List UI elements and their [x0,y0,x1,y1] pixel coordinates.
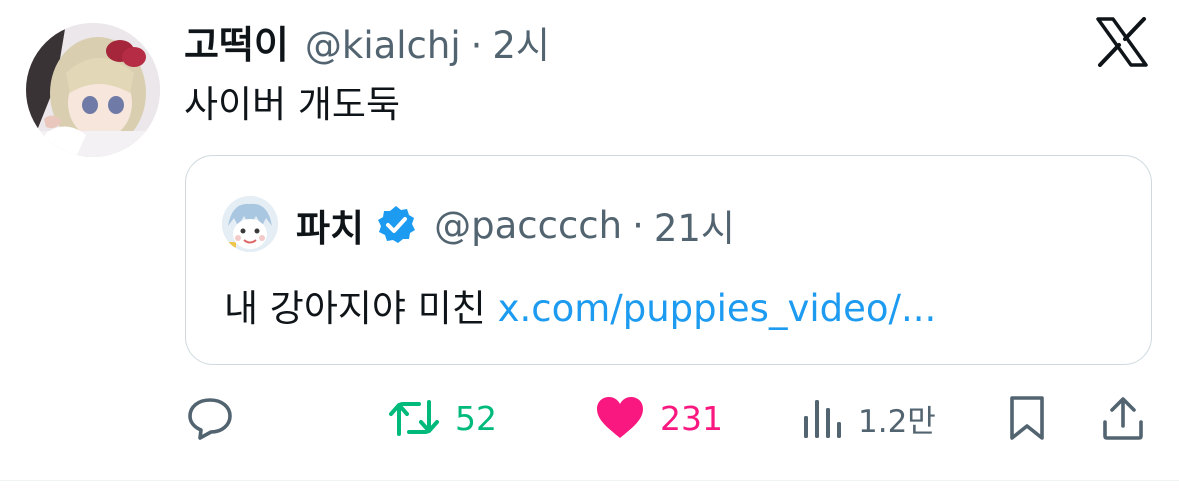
quoted-tweet-link[interactable]: x.com/puppies_video/... [498,287,937,330]
author-handle[interactable]: @kialchj [305,24,461,67]
tweet-time[interactable]: 2시 [492,15,550,69]
retweet-count: 52 [455,398,497,438]
divider [0,480,1179,481]
quoted-tweet-card[interactable]: 파치 @pacccch · 21시 내 강아지야 미친 x.com/puppie… [185,155,1152,365]
quoted-author-handle[interactable]: @pacccch [434,204,622,247]
like-count: 231 [660,398,723,438]
quoted-author-avatar[interactable] [222,196,278,252]
quoted-tweet-header: 파치 @pacccch · 21시 [296,198,735,252]
quoted-tweet-time[interactable]: 21시 [654,198,735,252]
author-avatar[interactable] [26,23,160,157]
share-button[interactable] [1100,390,1146,446]
quoted-tweet-body: 내 강아지야 미친 x.com/puppies_video/... [224,278,936,332]
like-button[interactable]: 231 [594,390,723,446]
tweet-header: 고떡이 @kialchj · 2시 [184,14,550,70]
retweet-button[interactable]: 52 [387,390,497,446]
views-button[interactable]: 1.2만 [800,390,936,446]
views-icon [804,400,841,438]
bookmark-button[interactable] [1006,390,1048,446]
share-icon [1103,397,1143,440]
author-name[interactable]: 고떡이 [184,14,289,69]
views-count: 1.2만 [858,403,936,440]
tweet-text: 사이버 개도둑 [184,83,401,126]
author-avatar-image [26,23,160,157]
reply-button[interactable] [186,390,234,446]
quoted-author-name[interactable]: 파치 [296,198,364,252]
quoted-header-separator: · [632,203,644,247]
quoted-tweet-text: 내 강아지야 미친 [224,287,486,330]
tweet-action-bar: 52 231 1.2만 [0,390,1179,446]
reply-icon [188,398,232,440]
retweet-icon [389,400,439,436]
quoted-avatar-image [222,196,278,252]
x-logo-icon[interactable] [1096,17,1148,67]
bookmark-icon [1010,396,1044,440]
header-separator: · [470,24,483,67]
verified-badge-icon [378,206,416,243]
heart-icon [597,397,643,438]
